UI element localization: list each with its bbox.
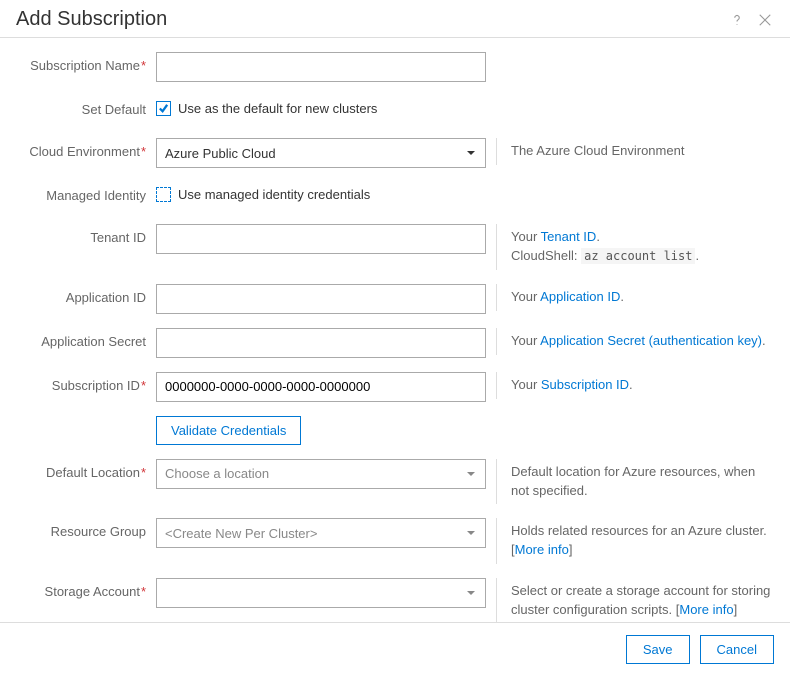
- row-resource-group: Resource Group <Create New Per Cluster> …: [16, 518, 774, 564]
- label-cloud-environment: Cloud Environment*: [16, 138, 156, 159]
- label-subscription-id: Subscription ID*: [16, 372, 156, 393]
- label-storage-account: Storage Account*: [16, 578, 156, 599]
- add-subscription-dialog: Add Subscription Subscription Name* Set …: [0, 0, 790, 676]
- hint-cloud-environment: The Azure Cloud Environment: [496, 138, 774, 165]
- hint-application-id: Your Application ID.: [496, 284, 774, 311]
- label-tenant-id: Tenant ID: [16, 224, 156, 245]
- default-location-value: Choose a location: [165, 466, 269, 481]
- row-validate: Validate Credentials: [16, 416, 774, 445]
- subscription-id-input[interactable]: [156, 372, 486, 402]
- hint-default-location: Default location for Azure resources, wh…: [496, 459, 774, 505]
- header-actions: [728, 11, 774, 29]
- row-cloud-environment: Cloud Environment* Azure Public Cloud Th…: [16, 138, 774, 168]
- default-location-select[interactable]: Choose a location: [156, 459, 486, 489]
- label-managed-identity: Managed Identity: [16, 182, 156, 203]
- storage-account-select[interactable]: [156, 578, 486, 608]
- application-secret-link[interactable]: Application Secret (authentication key): [540, 333, 762, 348]
- validate-credentials-button[interactable]: Validate Credentials: [156, 416, 301, 445]
- row-application-id: Application ID Your Application ID.: [16, 284, 774, 314]
- row-default-location: Default Location* Choose a location Defa…: [16, 459, 774, 505]
- help-icon[interactable]: [728, 11, 746, 29]
- check-icon: [158, 103, 169, 114]
- subscription-id-link[interactable]: Subscription ID: [541, 377, 629, 392]
- cloud-environment-value: Azure Public Cloud: [165, 146, 276, 161]
- chevron-down-icon: [461, 523, 481, 543]
- label-resource-group: Resource Group: [16, 518, 156, 539]
- resource-group-value: <Create New Per Cluster>: [165, 526, 317, 541]
- row-subscription-id: Subscription ID* Your Subscription ID.: [16, 372, 774, 402]
- chevron-down-icon: [461, 143, 481, 163]
- dialog-footer: Save Cancel: [0, 622, 790, 676]
- dialog-title: Add Subscription: [16, 8, 167, 31]
- cloud-environment-select[interactable]: Azure Public Cloud: [156, 138, 486, 168]
- row-tenant-id: Tenant ID Your Tenant ID. CloudShell: az…: [16, 224, 774, 270]
- application-id-input[interactable]: [156, 284, 486, 314]
- cloudshell-command: az account list: [581, 248, 695, 264]
- label-application-id: Application ID: [16, 284, 156, 305]
- storage-account-more-info-link[interactable]: More info: [679, 602, 733, 617]
- hint-tenant-id: Your Tenant ID. CloudShell: az account l…: [496, 224, 774, 270]
- resource-group-more-info-link[interactable]: More info: [515, 542, 569, 557]
- dialog-header: Add Subscription: [0, 0, 790, 38]
- hint-subscription-id: Your Subscription ID.: [496, 372, 774, 399]
- tenant-id-input[interactable]: [156, 224, 486, 254]
- row-application-secret: Application Secret Your Application Secr…: [16, 328, 774, 358]
- managed-identity-checkbox[interactable]: [156, 187, 171, 202]
- label-application-secret: Application Secret: [16, 328, 156, 349]
- hint-resource-group: Holds related resources for an Azure clu…: [496, 518, 774, 564]
- cancel-button[interactable]: Cancel: [700, 635, 774, 664]
- hint-storage-account: Select or create a storage account for s…: [496, 578, 774, 622]
- managed-identity-checkbox-label: Use managed identity credentials: [178, 187, 370, 202]
- row-subscription-name: Subscription Name*: [16, 52, 774, 82]
- hint-application-secret: Your Application Secret (authentication …: [496, 328, 774, 355]
- close-icon[interactable]: [756, 11, 774, 29]
- application-secret-input[interactable]: [156, 328, 486, 358]
- label-subscription-name: Subscription Name*: [16, 52, 156, 73]
- set-default-checkbox-label: Use as the default for new clusters: [178, 101, 377, 116]
- tenant-id-link[interactable]: Tenant ID: [541, 229, 597, 244]
- set-default-checkbox[interactable]: [156, 101, 171, 116]
- resource-group-select[interactable]: <Create New Per Cluster>: [156, 518, 486, 548]
- chevron-down-icon: [461, 583, 481, 603]
- row-set-default: Set Default Use as the default for new c…: [16, 96, 774, 124]
- dialog-body: Subscription Name* Set Default Use as th…: [0, 38, 790, 622]
- label-default-location: Default Location*: [16, 459, 156, 480]
- row-managed-identity: Managed Identity Use managed identity cr…: [16, 182, 774, 210]
- application-id-link[interactable]: Application ID: [540, 289, 620, 304]
- row-storage-account: Storage Account* Select or create a stor…: [16, 578, 774, 622]
- subscription-name-input[interactable]: [156, 52, 486, 82]
- label-set-default: Set Default: [16, 96, 156, 117]
- chevron-down-icon: [461, 464, 481, 484]
- save-button[interactable]: Save: [626, 635, 690, 664]
